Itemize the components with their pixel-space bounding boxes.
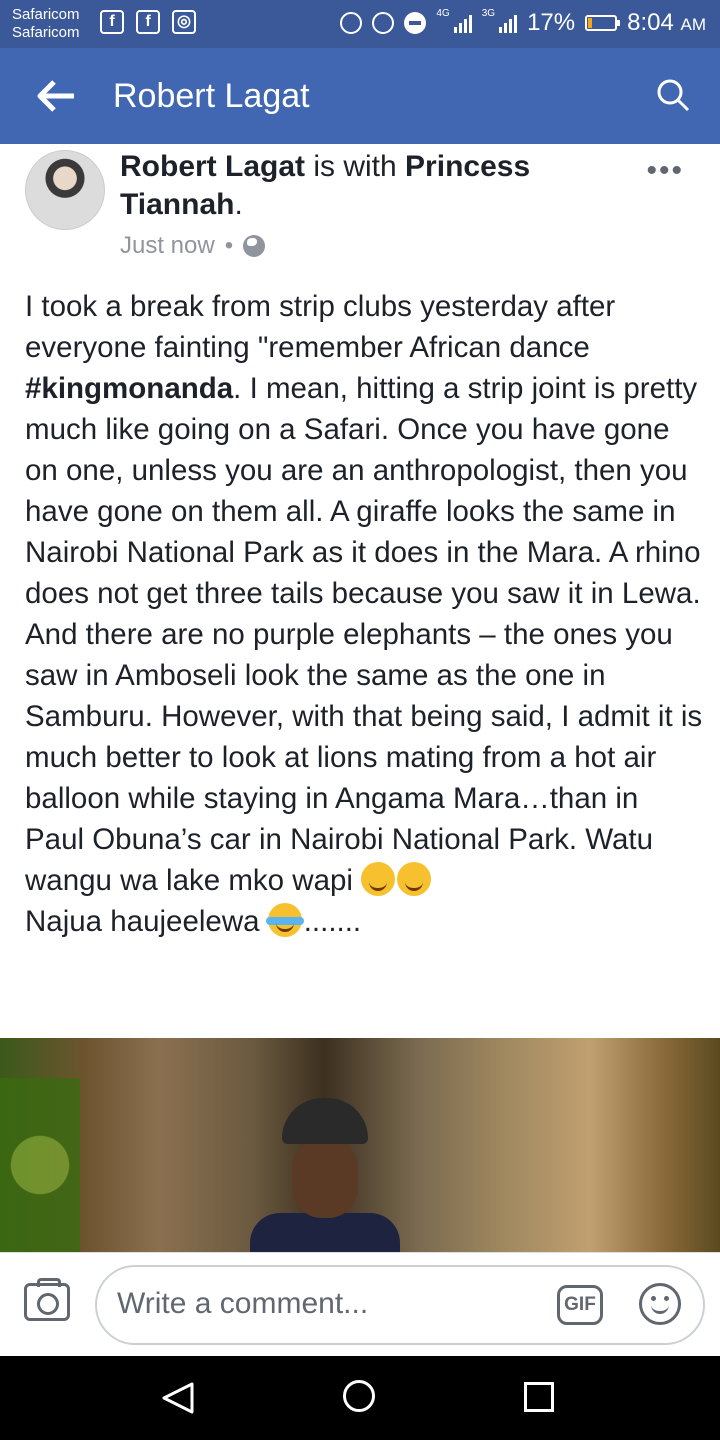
with-text: is with	[305, 150, 406, 183]
nav-recents-icon[interactable]	[524, 1382, 554, 1412]
camera-icon[interactable]	[24, 1278, 70, 1321]
battery-icon	[585, 15, 621, 31]
foliage	[0, 1078, 80, 1252]
post-text-part-1: I took a break from strip clubs yesterda…	[25, 290, 616, 364]
smiling-emoji-icon-2	[397, 862, 432, 896]
facebook-notification-icon-2: f	[136, 10, 160, 34]
post-time[interactable]: Just now	[120, 232, 215, 260]
facebook-notification-icon: f	[100, 10, 124, 34]
headset-icon	[340, 12, 363, 34]
smiling-emoji-icon	[361, 862, 396, 896]
back-arrow-icon[interactable]	[36, 78, 76, 114]
comment-bar: Write a comment... GIF	[0, 1252, 720, 1357]
post-text: I took a break from strip clubs yesterda…	[25, 286, 705, 942]
network-type-2: 3G	[481, 8, 496, 19]
comment-input[interactable]: Write a comment... GIF	[95, 1265, 705, 1345]
hotspot-icon	[372, 12, 395, 34]
more-options-icon[interactable]: •••	[646, 154, 684, 188]
post-meta: Just now •	[120, 232, 266, 260]
comment-placeholder: Write a comment...	[117, 1287, 369, 1320]
app-bar-title: Robert Lagat	[113, 77, 310, 115]
system-status-icons: 4G 3G 17% 8:04 AM	[340, 9, 706, 37]
system-nav-bar	[0, 1356, 720, 1440]
do-not-disturb-icon	[404, 12, 427, 34]
app-bar: Robert Lagat	[0, 48, 720, 144]
search-icon[interactable]	[656, 78, 690, 112]
instagram-notification-icon: ◎	[172, 10, 196, 34]
status-bar: Safaricom Safaricom f f ◎ 4G 3G 17% 8:04…	[0, 0, 720, 48]
post-text-part-2: . I mean, hitting a strip joint is prett…	[25, 372, 703, 897]
clock: 8:04 AM	[627, 9, 706, 36]
notification-icons: f f ◎	[100, 10, 196, 34]
author-name[interactable]: Robert Lagat	[120, 150, 305, 183]
nav-home-icon[interactable]	[343, 1380, 375, 1412]
network-type-1: 4G	[436, 8, 450, 19]
post-last-line: Najua haujeelewa	[25, 905, 260, 938]
gif-button[interactable]: GIF	[557, 1285, 603, 1325]
carrier-labels: Safaricom Safaricom	[12, 6, 80, 42]
battery-percent: 17%	[527, 9, 576, 36]
post-header: Robert Lagat is with Princess Tiannah. •…	[0, 144, 720, 274]
meta-separator: •	[224, 232, 234, 259]
tears-of-joy-emoji-icon	[265, 903, 304, 937]
emoji-icon[interactable]	[639, 1283, 681, 1325]
photo-person	[250, 1098, 400, 1252]
carrier-1: Safaricom	[12, 6, 80, 23]
signal-icon-2	[499, 13, 518, 33]
globe-icon	[243, 235, 266, 257]
tag-period: .	[234, 188, 243, 221]
avatar[interactable]	[25, 150, 105, 230]
hashtag-link[interactable]: #kingmonanda	[25, 372, 233, 405]
battery-fill	[588, 18, 593, 28]
post-photo[interactable]	[0, 1038, 720, 1252]
trailing-dots: .......	[303, 905, 362, 938]
nav-back-icon[interactable]	[160, 1380, 196, 1416]
carrier-2: Safaricom	[12, 24, 80, 41]
post-author-line: Robert Lagat is with Princess Tiannah.	[120, 148, 620, 224]
signal-icon-1	[453, 13, 472, 33]
